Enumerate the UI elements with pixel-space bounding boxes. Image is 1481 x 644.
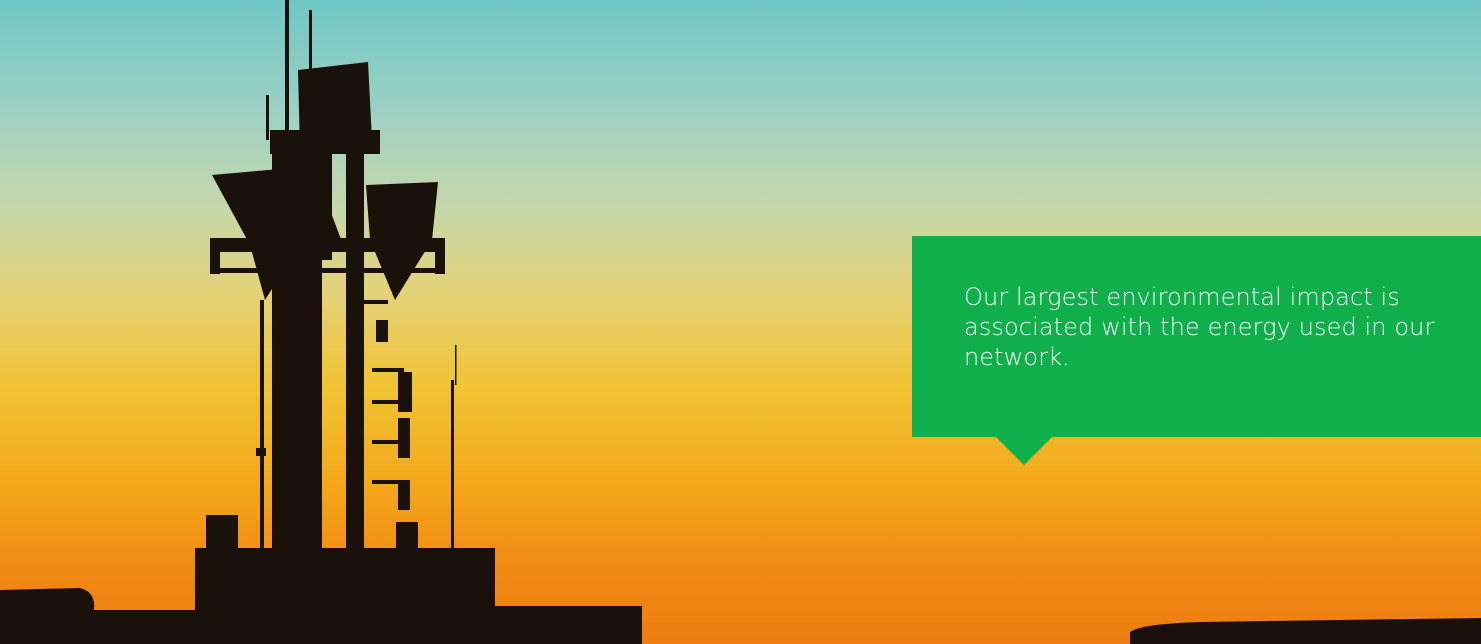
hero-banner: Our largest environmental impact is asso… [0,0,1481,644]
callout-pointer-arrow [996,437,1052,465]
callout-text: Our largest environmental impact is asso… [964,283,1435,371]
green-callout-box: Our largest environmental impact is asso… [912,236,1481,465]
